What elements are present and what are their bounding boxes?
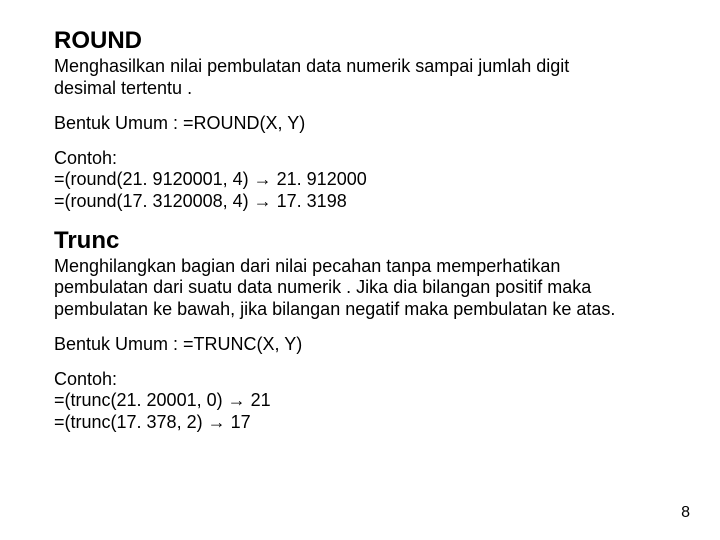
trunc-example-2: =(trunc(17. 378, 2) → 17: [54, 412, 666, 433]
trunc-description: Menghilangkan bagian dari nilai pecahan …: [54, 256, 666, 320]
trunc-desc-line-3: pembulatan ke bawah, jika bilangan negat…: [54, 299, 666, 320]
trunc-example-1: =(trunc(21. 20001, 0) → 21: [54, 390, 666, 411]
trunc-example: Contoh: =(trunc(21. 20001, 0) → 21 =(tru…: [54, 369, 666, 433]
round-description: Menghasilkan nilai pembulatan data numer…: [54, 56, 666, 98]
round-example-2: =(round(17. 3120008, 4) → 17. 3198: [54, 191, 666, 212]
trunc-desc-line-2: pembulatan dari suatu data numerik . Jik…: [54, 277, 666, 298]
round-example-1: =(round(21. 9120001, 4) → 21. 912000: [54, 169, 666, 190]
heading-round: ROUND: [54, 28, 666, 54]
round-syntax: Bentuk Umum : =ROUND(X, Y): [54, 113, 666, 134]
trunc-example-label: Contoh:: [54, 369, 666, 390]
round-desc-line-1: Menghasilkan nilai pembulatan data numer…: [54, 56, 666, 77]
round-example: Contoh: =(round(21. 9120001, 4) → 21. 91…: [54, 148, 666, 212]
page-number: 8: [681, 504, 690, 522]
heading-trunc: Trunc: [54, 228, 666, 254]
trunc-desc-line-1: Menghilangkan bagian dari nilai pecahan …: [54, 256, 666, 277]
round-desc-line-2: desimal tertentu .: [54, 78, 666, 99]
round-example-label: Contoh:: [54, 148, 666, 169]
trunc-syntax: Bentuk Umum : =TRUNC(X, Y): [54, 334, 666, 355]
